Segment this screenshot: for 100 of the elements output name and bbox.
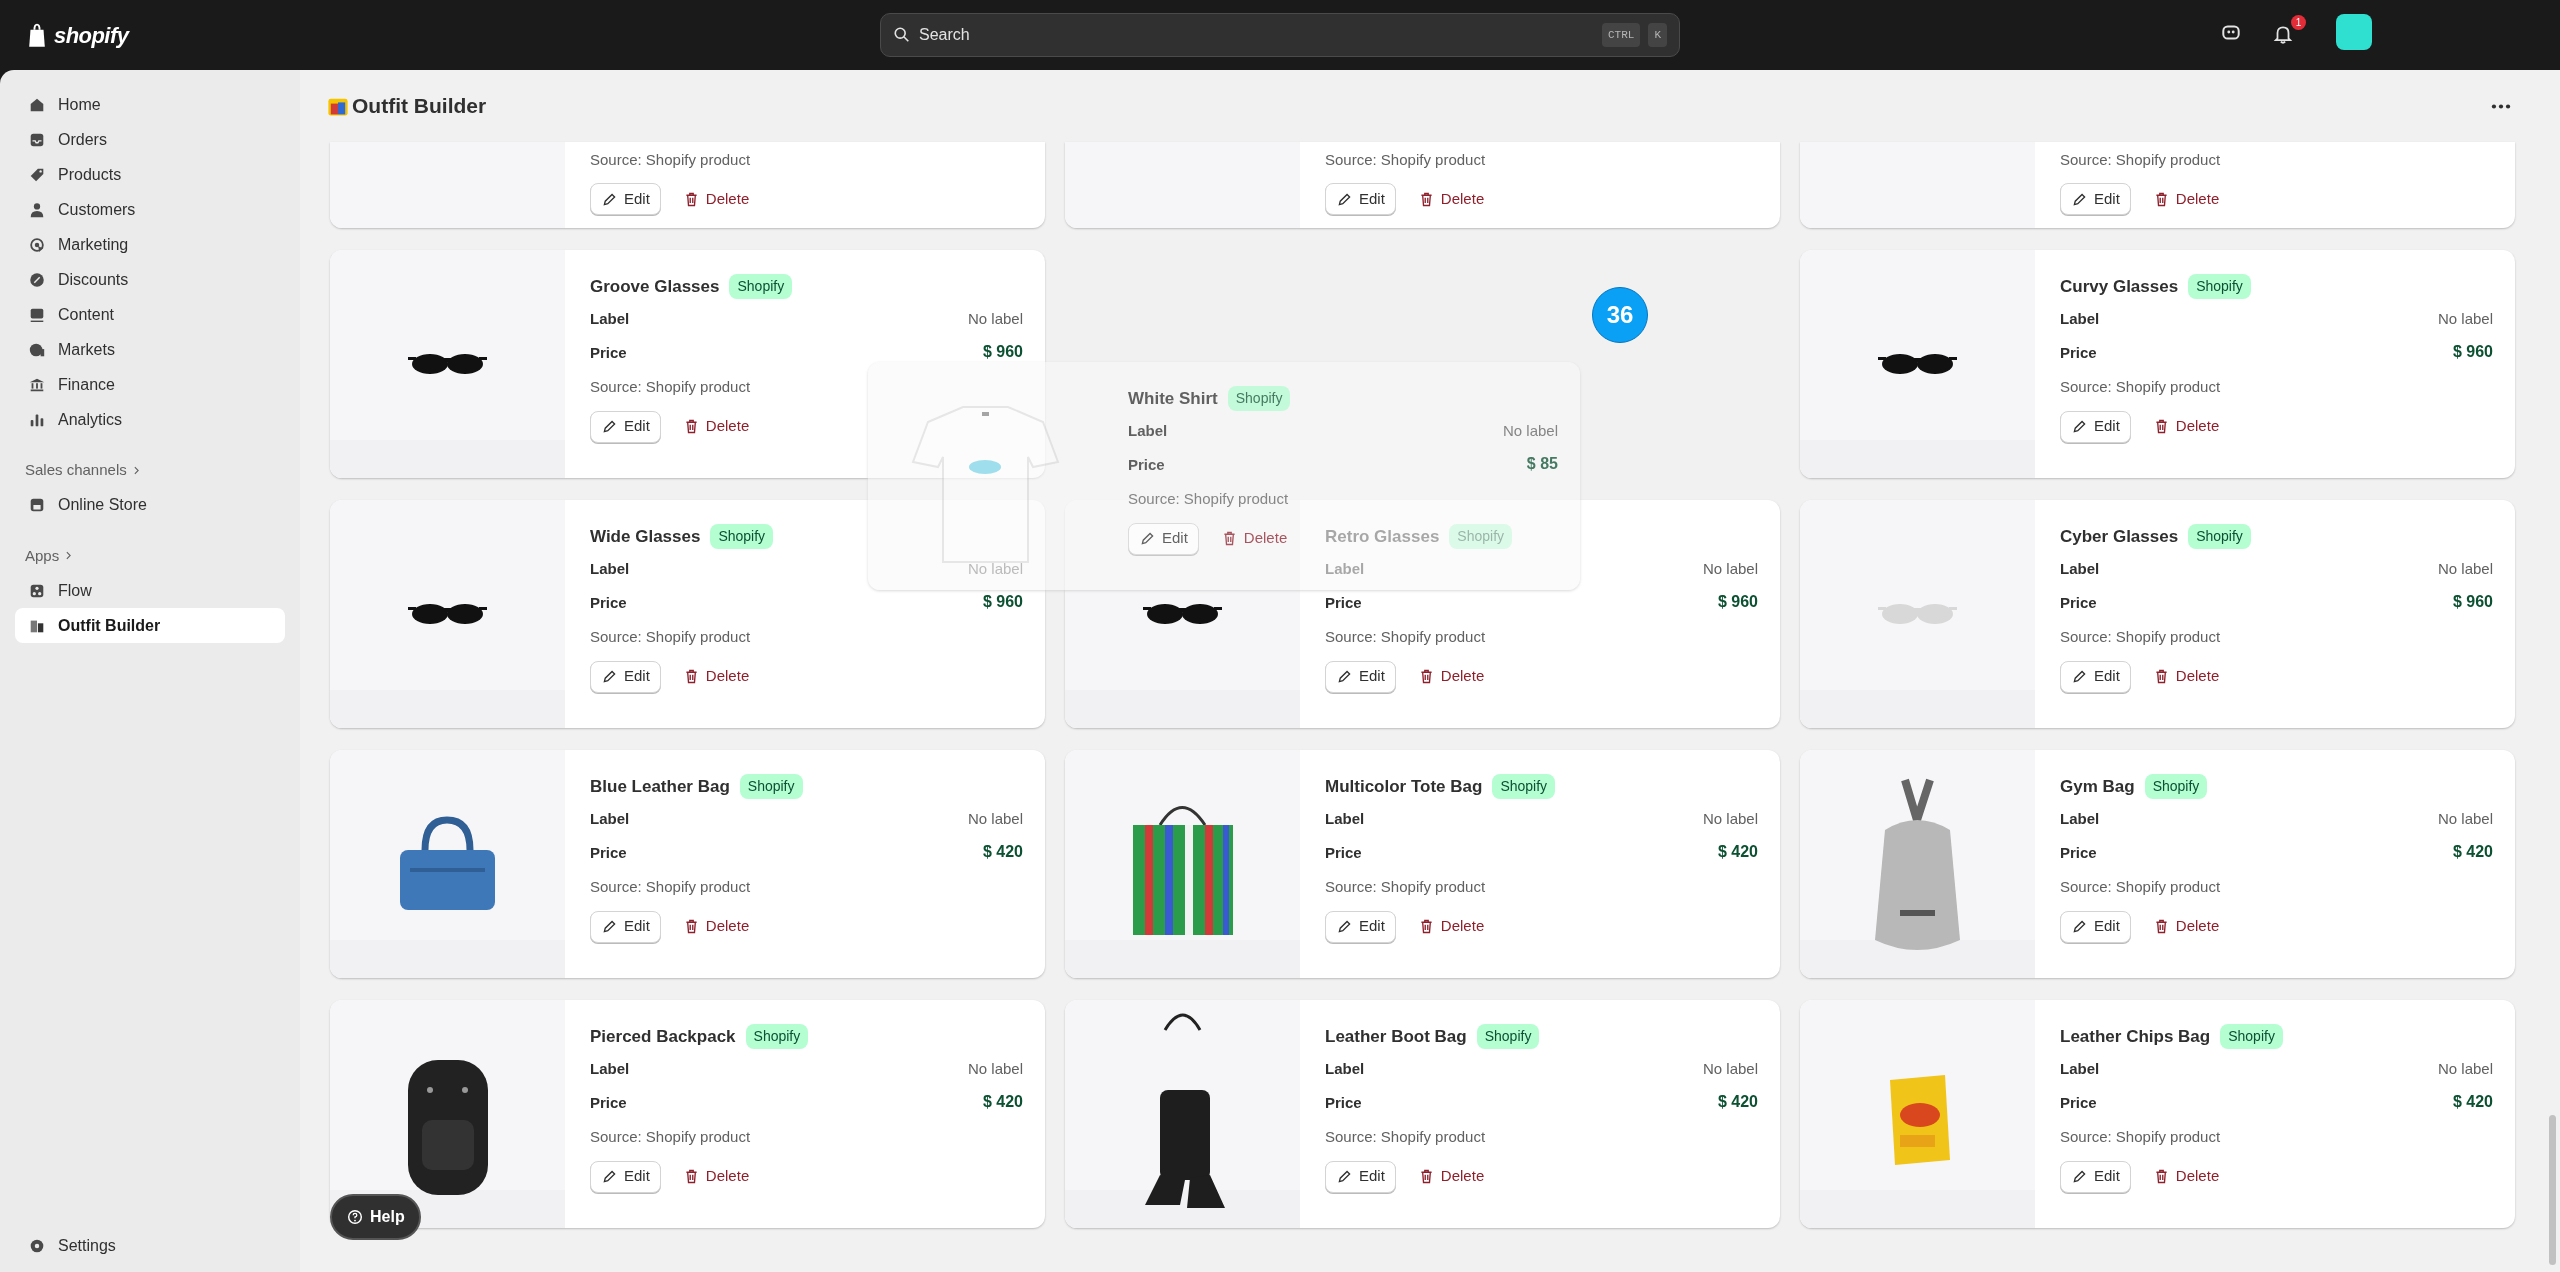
nav-item[interactable]: Finance (15, 367, 285, 402)
settings-link[interactable]: Settings (15, 1229, 285, 1262)
price: $ 85 (1526, 454, 1558, 474)
pencil-icon (1336, 668, 1353, 685)
nav-item[interactable]: Analytics (15, 402, 285, 437)
notifications-button[interactable]: 1 (2272, 15, 2306, 49)
nav-item[interactable]: Outfit Builder (15, 608, 285, 643)
product-name: Leather Chips Bag (2060, 1026, 2211, 1048)
label-value: No label (2437, 1058, 2493, 1079)
edit-button[interactable]: Edit (590, 910, 661, 943)
pencil-icon (601, 1168, 618, 1185)
nav-item[interactable]: Products (15, 157, 285, 192)
source-text: Source: Shopify product (1325, 1127, 1487, 1147)
delete-button[interactable]: Delete (682, 660, 750, 693)
field-label: Label (2060, 308, 2100, 329)
source-text: Source: Shopify product (2060, 627, 2222, 647)
help-icon (346, 1208, 364, 1226)
edit-button[interactable]: Edit (2060, 910, 2131, 943)
help-button[interactable]: Help (330, 1194, 421, 1240)
edit-button[interactable]: Edit (2060, 410, 2131, 443)
field-label: Label (590, 808, 630, 829)
delete-button[interactable]: Delete (682, 410, 750, 443)
pencil-icon (1336, 1168, 1353, 1185)
person-icon (28, 200, 46, 219)
source-text: Source: Shopify product (590, 377, 752, 397)
nav-item[interactable]: Orders (15, 122, 285, 157)
count-badge: 36 (1592, 287, 1648, 343)
edit-button[interactable]: Edit (2060, 183, 2131, 215)
nav-item[interactable]: Markets (15, 332, 285, 367)
edit-button[interactable]: Edit (590, 1160, 661, 1193)
search-field[interactable]: Search CTRL K (880, 13, 1680, 57)
section-heading[interactable]: Apps (15, 544, 285, 567)
edit-button[interactable]: Edit (590, 410, 661, 443)
scrollbar-thumb[interactable] (2549, 1115, 2556, 1265)
nav-item[interactable]: Flow (15, 573, 285, 608)
source-text: Source: Shopify product (590, 149, 752, 170)
field-label: Label (1325, 1058, 1365, 1079)
label-value: No label (1702, 1058, 1758, 1079)
source-text: Source: Shopify product (2060, 877, 2222, 897)
product-name: Gym Bag (2060, 776, 2135, 798)
delete-button[interactable]: Delete (2152, 183, 2220, 215)
delete-button[interactable]: Delete (2152, 910, 2220, 943)
delete-button[interactable]: Delete (1220, 522, 1288, 555)
edit-button[interactable]: Edit (1325, 1160, 1396, 1193)
field-label: Label (2060, 558, 2100, 579)
edit-button[interactable]: Edit (1325, 660, 1396, 693)
search-icon (893, 26, 911, 44)
avatar[interactable] (2336, 14, 2372, 50)
product-name: Leather Boot Bag (1325, 1026, 1467, 1048)
edit-button[interactable]: Edit (590, 183, 661, 215)
source-text: Source: Shopify product (2060, 377, 2222, 397)
edit-button[interactable]: Edit (1325, 183, 1396, 215)
delete-button[interactable]: Delete (1417, 1160, 1485, 1193)
source-text: Source: Shopify product (2060, 1127, 2222, 1147)
store-icon (28, 496, 46, 514)
delete-button[interactable]: Delete (1417, 183, 1485, 215)
source-badge: Shopify (729, 274, 793, 300)
delete-button[interactable]: Delete (2152, 410, 2220, 443)
nav-item[interactable]: Marketing (15, 227, 285, 262)
product-name: Blue Leather Bag (590, 776, 730, 798)
section-heading[interactable]: Sales channels (15, 459, 285, 482)
source-text: Source: Shopify product (590, 627, 752, 647)
field-label: Label (1128, 420, 1168, 441)
pencil-icon (2071, 668, 2088, 685)
edit-button[interactable]: Edit (2060, 1160, 2131, 1193)
source-text: Source: Shopify product (590, 1127, 752, 1147)
price: $ 420 (2452, 842, 2493, 862)
field-label: Price (590, 842, 627, 863)
page-title: Outfit Builder (352, 93, 487, 120)
delete-button[interactable]: Delete (1417, 910, 1485, 943)
field-label: Price (1128, 454, 1165, 475)
nav-item[interactable]: Home (15, 87, 285, 122)
delete-button[interactable]: Delete (682, 183, 750, 215)
search-input[interactable]: Search (919, 23, 1594, 47)
field-label: Price (1325, 592, 1362, 613)
delete-button[interactable]: Delete (2152, 660, 2220, 693)
edit-button[interactable]: Edit (2060, 660, 2131, 693)
edit-button[interactable]: Edit (590, 660, 661, 693)
delete-button[interactable]: Delete (682, 910, 750, 943)
source-badge: Shopify (745, 1024, 809, 1050)
product-name: White Shirt (1128, 388, 1218, 410)
delete-button[interactable]: Delete (2152, 1160, 2220, 1193)
field-label: Price (1325, 842, 1362, 863)
pencil-icon (601, 418, 618, 435)
edit-button[interactable]: Edit (1325, 910, 1396, 943)
logo-text: shopify (54, 21, 129, 50)
source-text: Source: Shopify product (590, 877, 752, 897)
field-label: Label (590, 1058, 630, 1079)
edit-button[interactable]: Edit (1128, 522, 1199, 555)
product-name: Retro Glasses (1325, 526, 1440, 548)
nav-item[interactable]: Discounts (15, 262, 285, 297)
delete-button[interactable]: Delete (1417, 660, 1485, 693)
delete-button[interactable]: Delete (682, 1160, 750, 1193)
nav-item[interactable]: Online Store (15, 487, 285, 523)
nav-item[interactable]: Content (15, 297, 285, 332)
product-name: Cyber Glasses (2060, 526, 2179, 548)
source-badge: Shopify (1476, 1024, 1540, 1050)
nav-item[interactable]: Customers (15, 192, 285, 227)
source-badge: Shopify (2220, 1024, 2283, 1050)
product-name: Groove Glasses (590, 276, 720, 298)
